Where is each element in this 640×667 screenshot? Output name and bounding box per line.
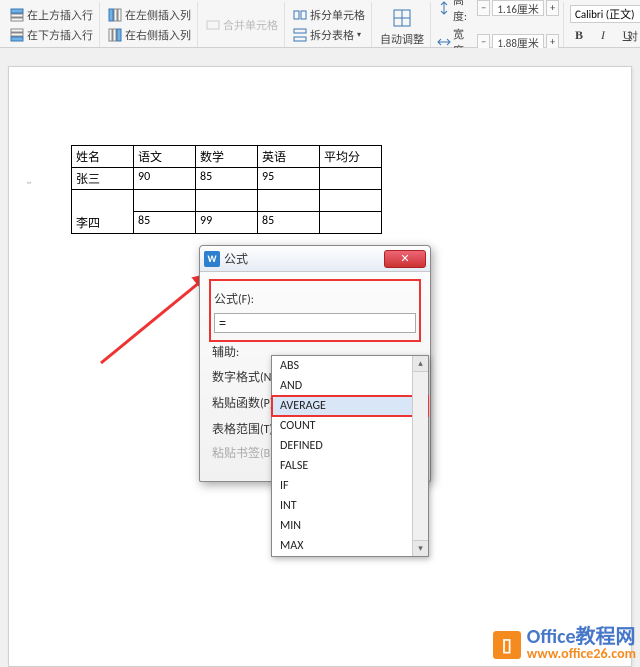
split-table-icon xyxy=(293,28,307,42)
layout-marker-icon: ⎵ xyxy=(27,171,31,184)
document-page: ⎵ 姓名 语文 数学 英语 平均分 张三 90 85 95 xyxy=(8,66,632,667)
insert-col-right-button[interactable]: 在右侧插入列 xyxy=(106,26,193,44)
dialog-title: 公式 xyxy=(224,250,248,267)
width-icon xyxy=(437,35,451,49)
split-table-button[interactable]: 拆分表格 ▾ xyxy=(291,26,367,44)
table-row: 张三 90 85 95 xyxy=(72,168,382,190)
cell[interactable] xyxy=(196,190,258,212)
height-minus-button[interactable]: − xyxy=(477,0,490,16)
merge-split-group: 合并单元格 xyxy=(200,2,285,47)
row-below-icon xyxy=(10,28,24,42)
list-item[interactable]: ABS xyxy=(272,356,428,376)
height-icon xyxy=(437,1,451,15)
label: 在下方插入行 xyxy=(27,27,93,43)
bold-button[interactable]: B xyxy=(570,27,588,45)
cell[interactable] xyxy=(72,190,134,212)
height-input[interactable]: 1.16厘米 xyxy=(492,0,544,16)
watermark-icon: ▯ xyxy=(493,631,521,659)
app-icon: W xyxy=(204,251,220,267)
insert-cols-group: 在左侧插入列 在右侧插入列 xyxy=(102,2,198,47)
insert-col-left-button[interactable]: 在左侧插入列 xyxy=(106,6,193,24)
insert-rows-group: 在上方插入行 在下方插入行 xyxy=(4,2,100,47)
list-item[interactable]: IF xyxy=(272,476,428,496)
table-row: 李四 85 99 85 xyxy=(72,212,382,234)
list-item[interactable]: MIN xyxy=(272,516,428,536)
insert-row-above-button[interactable]: 在上方插入行 xyxy=(8,6,95,24)
cell[interactable]: 姓名 xyxy=(72,146,134,168)
autofit-icon xyxy=(392,8,412,28)
height-row: 高度: − 1.16厘米 + xyxy=(437,0,559,24)
scroll-up-button[interactable]: ▴ xyxy=(413,356,428,372)
label: 在上方插入行 xyxy=(27,7,93,23)
cell[interactable] xyxy=(320,190,382,212)
cell[interactable] xyxy=(258,190,320,212)
list-item[interactable]: FALSE xyxy=(272,456,428,476)
table-row: 姓名 语文 数学 英语 平均分 xyxy=(72,146,382,168)
cell[interactable]: 语文 xyxy=(134,146,196,168)
split-group: 拆分单元格 拆分表格 ▾ xyxy=(287,2,372,47)
list-item[interactable]: MAX xyxy=(272,536,428,556)
cell[interactable] xyxy=(320,168,382,190)
split-cells-button[interactable]: 拆分单元格 xyxy=(291,6,367,24)
scroll-down-button[interactable]: ▾ xyxy=(413,540,428,556)
document-area: ⎵ 姓名 语文 数学 英语 平均分 张三 90 85 95 xyxy=(0,48,640,667)
dimensions-group: 高度: − 1.16厘米 + 宽度: − 1.88厘米 + xyxy=(433,2,564,47)
col-right-icon xyxy=(108,28,122,42)
height-plus-button[interactable]: + xyxy=(546,0,559,16)
dropdown-scrollbar[interactable]: ▴ ▾ xyxy=(412,356,428,556)
watermark: ▯ Office教程网 www.office26.com xyxy=(493,627,636,663)
cell[interactable]: 95 xyxy=(258,168,320,190)
cell[interactable]: 李四 xyxy=(72,212,134,234)
list-item[interactable]: INT xyxy=(272,496,428,516)
cell[interactable]: 数学 xyxy=(196,146,258,168)
cell[interactable]: 英语 xyxy=(258,146,320,168)
row-above-icon xyxy=(10,8,24,22)
split-cells-icon xyxy=(293,8,307,22)
function-list-dropdown: ABS AND AVERAGE COUNT DEFINED FALSE IF I… xyxy=(271,355,429,557)
cell[interactable]: 85 xyxy=(258,212,320,234)
list-item[interactable]: COUNT xyxy=(272,416,428,436)
merge-cells-button: 合并单元格 xyxy=(204,16,280,34)
data-table[interactable]: 姓名 语文 数学 英语 平均分 张三 90 85 95 李四 xyxy=(71,145,382,234)
ribbon-toolbar: 在上方插入行 在下方插入行 在左侧插入列 在右侧插入列 合并单元格 拆分单元格 … xyxy=(0,0,640,48)
font-name-dropdown[interactable]: Calibri (正文) xyxy=(570,5,640,23)
formula-input[interactable] xyxy=(214,313,416,333)
italic-button[interactable]: I xyxy=(594,27,612,45)
list-item[interactable]: AND xyxy=(272,376,428,396)
cell[interactable]: 85 xyxy=(134,212,196,234)
autofit-group: 自动调整▾ xyxy=(374,2,431,47)
autofit-button[interactable]: 自动调整▾ xyxy=(378,7,426,43)
list-item[interactable]: DEFINED xyxy=(272,436,428,456)
label: 在右侧插入列 xyxy=(125,27,191,43)
cell[interactable] xyxy=(320,212,382,234)
label: 自动调整 xyxy=(380,31,424,47)
col-left-icon xyxy=(108,8,122,22)
right-tab-fragment: 对 xyxy=(627,28,638,44)
formula-label: 公式(F): xyxy=(214,290,284,307)
merge-icon xyxy=(206,18,220,32)
insert-row-below-button[interactable]: 在下方插入行 xyxy=(8,26,95,44)
cell[interactable]: 张三 xyxy=(72,168,134,190)
cell[interactable]: 平均分 xyxy=(320,146,382,168)
table-row xyxy=(72,190,382,212)
close-icon: ✕ xyxy=(400,252,409,265)
label: 拆分单元格 xyxy=(310,7,365,23)
watermark-url: www.office26.com xyxy=(527,647,636,661)
watermark-brand: Office教程网 xyxy=(527,627,636,647)
label: 合并单元格 xyxy=(223,17,278,33)
height-label: 高度: xyxy=(453,0,475,24)
cell[interactable]: 99 xyxy=(196,212,258,234)
list-item[interactable]: AVERAGE xyxy=(272,396,428,416)
label: 在左侧插入列 xyxy=(125,7,191,23)
cell[interactable]: 85 xyxy=(196,168,258,190)
dialog-titlebar[interactable]: W 公式 ✕ xyxy=(200,246,430,272)
close-button[interactable]: ✕ xyxy=(384,250,426,268)
cell[interactable]: 90 xyxy=(134,168,196,190)
cell[interactable] xyxy=(134,190,196,212)
label: 拆分表格 xyxy=(310,27,354,43)
